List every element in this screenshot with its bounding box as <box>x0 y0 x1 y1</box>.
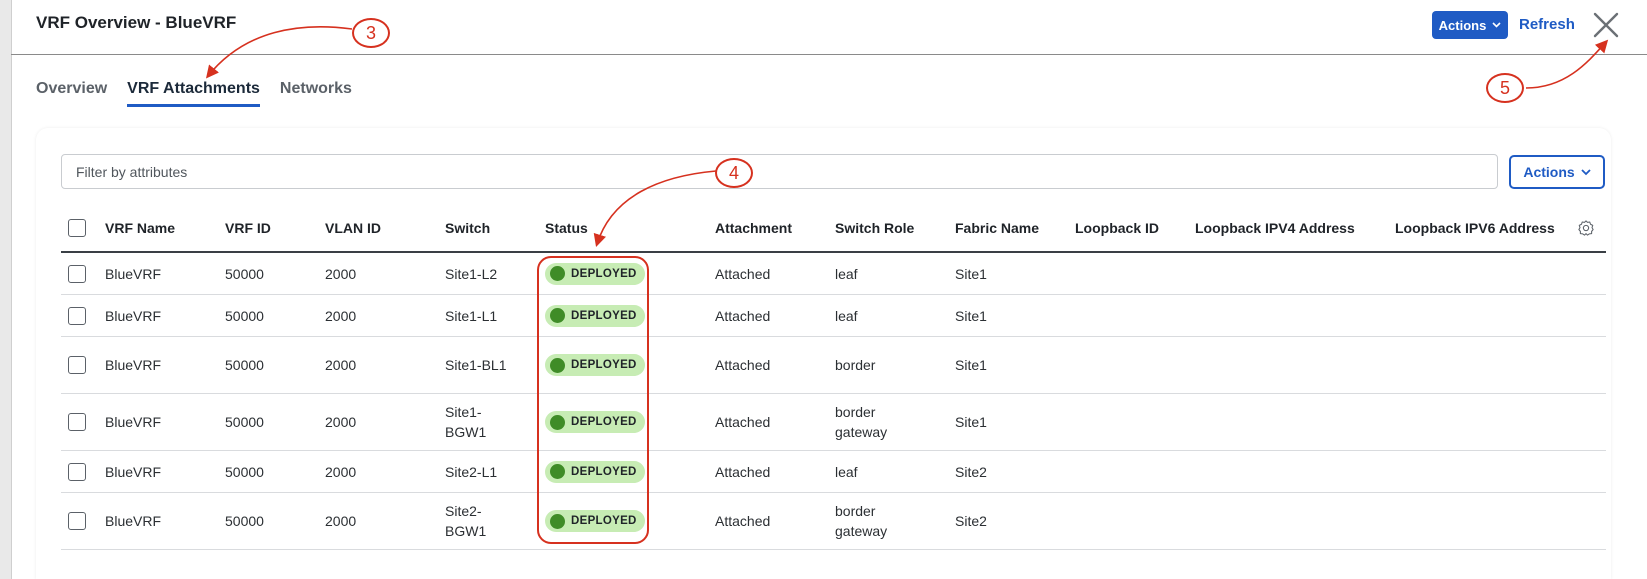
arrow-5 <box>1525 39 1609 89</box>
arrow-4 <box>593 170 717 248</box>
callout-4: 4 <box>715 158 753 188</box>
callout-5: 5 <box>1486 73 1524 103</box>
annotation-arrows <box>205 26 1609 248</box>
callout-3: 3 <box>352 18 390 48</box>
arrow-3 <box>205 26 353 79</box>
